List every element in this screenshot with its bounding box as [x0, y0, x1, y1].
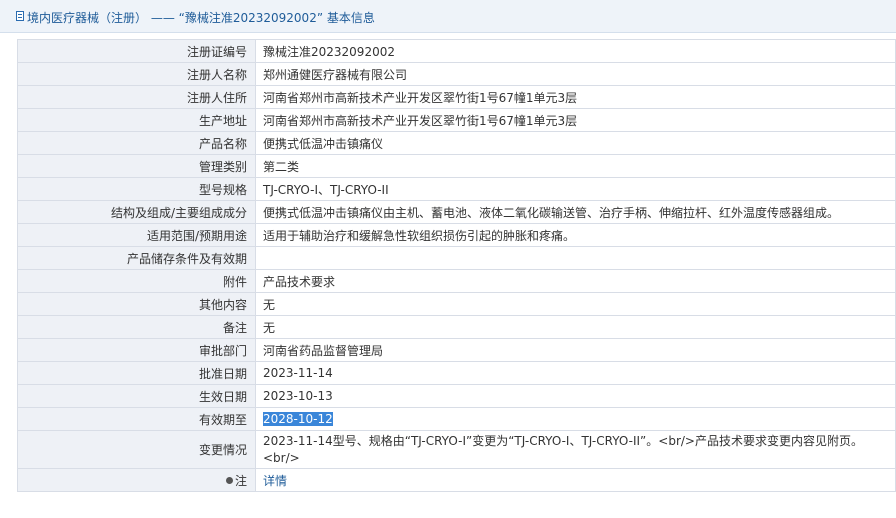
table-row: 产品名称 便携式低温冲击镇痛仪	[17, 131, 896, 155]
field-value: TJ-CRYO-I、TJ-CRYO-II	[255, 177, 896, 201]
field-label: 注册人名称	[17, 62, 256, 86]
field-value: 2023-10-13	[255, 384, 896, 408]
table-row: 产品储存条件及有效期	[17, 246, 896, 270]
table-row: 其他内容无	[17, 292, 896, 316]
note-label: 注	[234, 473, 247, 488]
field-label: 生产地址	[17, 108, 256, 132]
field-label: 结构及组成/主要组成成分	[17, 200, 256, 224]
expiry-date-value[interactable]: 2028-10-12	[263, 412, 333, 426]
field-label: 注册人住所	[17, 85, 256, 109]
table-row: 变更情况 2023-11-14型号、规格由“TJ-CRYO-I”变更为“TJ-CR…	[17, 430, 896, 469]
field-label: 其他内容	[17, 292, 256, 316]
table-row: 审批部门 河南省药品监督管理局	[17, 338, 896, 362]
field-value: 豫械注准20232092002	[255, 39, 896, 63]
table-row: 型号规格 TJ-CRYO-I、TJ-CRYO-II	[17, 177, 896, 201]
field-value: 便携式低温冲击镇痛仪	[255, 131, 896, 155]
table-row: 结构及组成/主要组成成分 便携式低温冲击镇痛仪由主机、蓄电池、液体二氧化碳输送管、…	[17, 200, 896, 224]
page-title: 境内医疗器械（注册） —— “豫械注准20232092002” 基本信息	[27, 11, 375, 25]
field-label: 变更情况	[17, 430, 256, 469]
table-row: 生产地址 河南省郑州市高新技术产业开发区翠竹街1号67幢1单元3层	[17, 108, 896, 132]
field-value: 产品技术要求	[255, 269, 896, 293]
note-row: 注 详情	[17, 468, 896, 492]
field-label: 注册证编号	[17, 39, 256, 63]
table-row: 有效期至 2028-10-12	[17, 407, 896, 431]
field-label: 产品名称	[17, 131, 256, 155]
field-value: 无	[255, 292, 896, 316]
field-value: 郑州通健医疗器械有限公司	[255, 62, 896, 86]
field-value: 便携式低温冲击镇痛仪由主机、蓄电池、液体二氧化碳输送管、治疗手柄、伸缩拉杆、红外…	[255, 200, 896, 224]
field-value: 2023-11-14	[255, 361, 896, 385]
pin-icon	[225, 476, 233, 484]
table-row: 注册证编号 豫械注准20232092002	[17, 39, 896, 63]
field-label: 有效期至	[17, 407, 256, 431]
details-link[interactable]: 详情	[263, 474, 287, 488]
table-row: 适用范围/预期用途 适用于辅助治疗和缓解急性软组织损伤引起的肿胀和疼痛。	[17, 223, 896, 247]
field-value: 适用于辅助治疗和缓解急性软组织损伤引起的肿胀和疼痛。	[255, 223, 896, 247]
field-label: 附件	[17, 269, 256, 293]
table-row: 管理类别 第二类	[17, 154, 896, 178]
field-value: 2023-11-14型号、规格由“TJ-CRYO-I”变更为“TJ-CRYO-I…	[255, 430, 896, 469]
field-label: 批准日期	[17, 361, 256, 385]
table-row: 生效日期 2023-10-13	[17, 384, 896, 408]
field-value: 第二类	[255, 154, 896, 178]
table-row: 注册人名称 郑州通健医疗器械有限公司	[17, 62, 896, 86]
table-row: 备注无	[17, 315, 896, 339]
field-label: 备注	[17, 315, 256, 339]
field-value: 河南省郑州市高新技术产业开发区翠竹街1号67幢1单元3层	[255, 85, 896, 109]
title-bar: 境内医疗器械（注册） —— “豫械注准20232092002” 基本信息	[0, 0, 896, 33]
field-label: 审批部门	[17, 338, 256, 362]
field-label: 产品储存条件及有效期	[17, 246, 256, 270]
table-row: 附件 产品技术要求	[17, 269, 896, 293]
field-label: 适用范围/预期用途	[17, 223, 256, 247]
field-value: 无	[255, 315, 896, 339]
document-icon	[16, 11, 24, 21]
field-label: 管理类别	[17, 154, 256, 178]
field-value: 河南省药品监督管理局	[255, 338, 896, 362]
field-value: 河南省郑州市高新技术产业开发区翠竹街1号67幢1单元3层	[255, 108, 896, 132]
field-label: 生效日期	[17, 384, 256, 408]
field-value	[255, 246, 896, 270]
table-row: 注册人住所 河南省郑州市高新技术产业开发区翠竹街1号67幢1单元3层	[17, 85, 896, 109]
field-label: 型号规格	[17, 177, 256, 201]
info-table: 注册证编号 豫械注准20232092002 注册人名称 郑州通健医疗器械有限公司 注…	[17, 39, 896, 492]
table-row: 批准日期 2023-11-14	[17, 361, 896, 385]
